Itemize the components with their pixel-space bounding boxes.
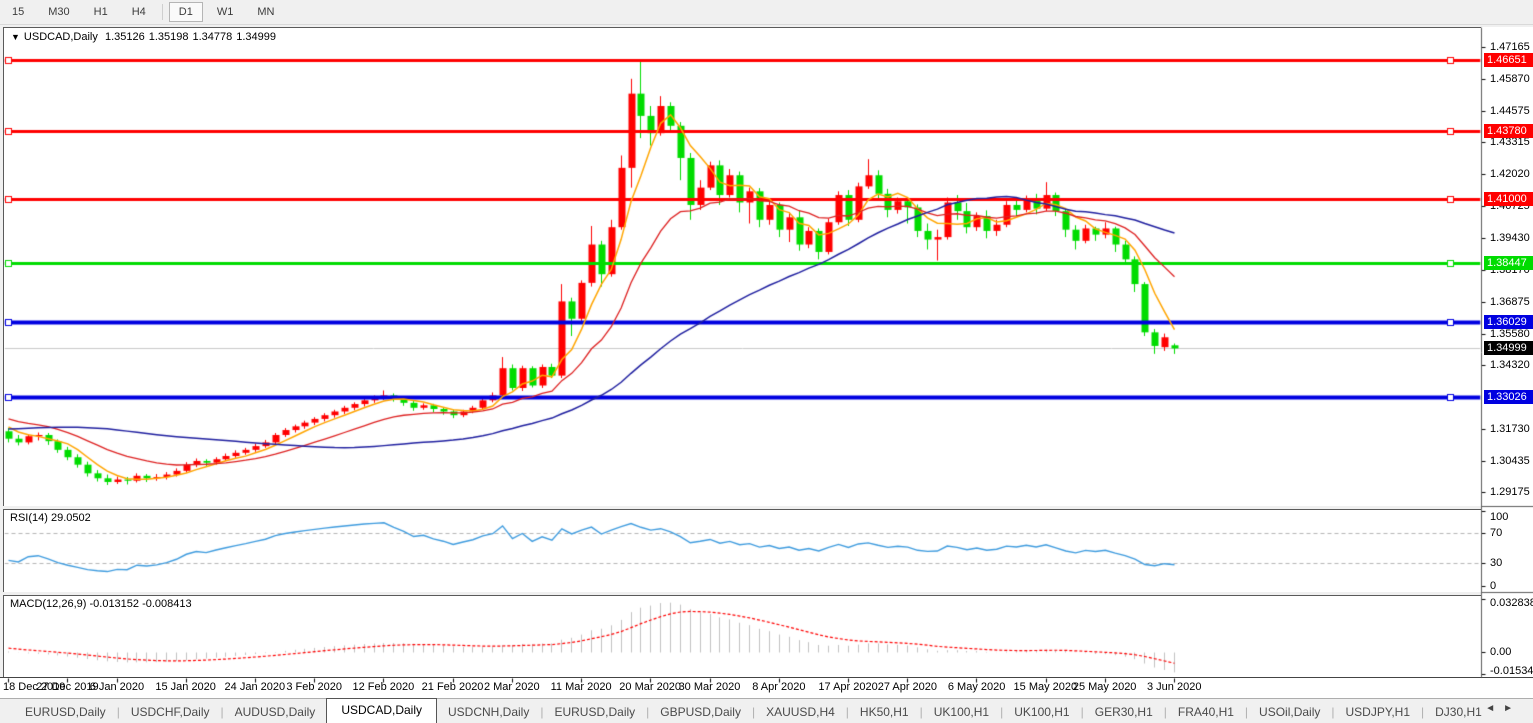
date-label: 15 Jan 2020 — [155, 681, 216, 693]
date-label: 11 Mar 2020 — [551, 681, 612, 693]
price-axis-label: 1.47165 — [1490, 41, 1530, 53]
price-line-badge: 1.38447 — [1484, 256, 1533, 270]
macd-signal-value: -0.008413 — [142, 598, 192, 610]
rsi-scale-label: 0 — [1490, 580, 1496, 592]
rsi-value: 29.0502 — [51, 512, 91, 524]
ohlc-high: 1.35198 — [149, 31, 189, 43]
tab-usdcnh-daily[interactable]: USDCNH,Daily — [437, 701, 540, 723]
chart-canvas[interactable] — [0, 0, 1533, 723]
tab-ger30-h1[interactable]: GER30,H1 — [1084, 701, 1164, 723]
tab-usdchf-daily[interactable]: USDCHF,Daily — [120, 701, 221, 723]
current-price-badge: 1.34999 — [1484, 341, 1533, 355]
date-label: 12 Feb 2020 — [352, 681, 414, 693]
tab-dj30-h1[interactable]: DJ30,H1 — [1424, 701, 1493, 723]
date-label: 20 Mar 2020 — [619, 681, 681, 693]
chart-symbol-label: USDCAD,Daily — [24, 31, 98, 43]
price-axis-label: 1.44575 — [1490, 105, 1530, 117]
macd-scale-label: 0.00 — [1490, 646, 1511, 658]
macd-scale-label: 0.032838 — [1490, 597, 1533, 609]
tab-hk50-h1[interactable]: HK50,H1 — [849, 701, 920, 723]
price-axis-label: 1.39430 — [1490, 232, 1530, 244]
chart-dropdown-icon[interactable]: ▼ — [11, 32, 20, 42]
tab-usdcad-daily[interactable]: USDCAD,Daily — [326, 698, 437, 723]
price-axis-label: 1.42020 — [1490, 168, 1530, 180]
ohlc-open: 1.35126 — [105, 31, 145, 43]
date-label: 17 Apr 2020 — [818, 681, 877, 693]
date-label: 3 Feb 2020 — [286, 681, 342, 693]
price-line-badge: 1.41000 — [1484, 192, 1533, 206]
price-axis-label: 1.29175 — [1490, 486, 1530, 498]
price-axis-label: 1.30435 — [1490, 455, 1530, 467]
price-axis-label: 1.31730 — [1490, 423, 1530, 435]
price-line-badge: 1.33026 — [1484, 390, 1533, 404]
macd-indicator-label: MACD(12,26,9) -0.013152 -0.008413 — [10, 598, 192, 610]
price-axis-label: 1.34320 — [1490, 359, 1530, 371]
rsi-scale-label: 70 — [1490, 527, 1502, 539]
tab-uk100-h1[interactable]: UK100,H1 — [923, 701, 1000, 723]
tab-eurusd-daily[interactable]: EURUSD,Daily — [14, 701, 117, 723]
date-label: 6 Jan 2020 — [90, 681, 144, 693]
rsi-name: RSI(14) — [10, 512, 48, 524]
date-label: 8 Apr 2020 — [752, 681, 805, 693]
tab-gbpusd-daily[interactable]: GBPUSD,Daily — [649, 701, 752, 723]
date-label: 21 Feb 2020 — [422, 681, 484, 693]
tab-scroll-left-icon[interactable]: ◄ — [1485, 703, 1503, 714]
macd-scale-label: -0.015342 — [1490, 665, 1533, 677]
date-label: 6 May 2020 — [948, 681, 1005, 693]
ohlc-close: 1.34999 — [236, 31, 276, 43]
date-label: 24 Jan 2020 — [225, 681, 286, 693]
date-label: 30 Mar 2020 — [679, 681, 741, 693]
price-line-badge: 1.36029 — [1484, 315, 1533, 329]
tab-usdjpy-h1[interactable]: USDJPY,H1 — [1335, 701, 1421, 723]
tab-scroll-right-icon[interactable]: ► — [1503, 703, 1521, 714]
symbol-tab-bar: EURUSD,Daily|USDCHF,Daily|AUDUSD,DailyUS… — [0, 698, 1533, 723]
tab-uk100-h1[interactable]: UK100,H1 — [1003, 701, 1080, 723]
macd-value: -0.013152 — [89, 598, 139, 610]
price-axis-label: 1.45870 — [1490, 73, 1530, 85]
tab-eurusd-daily[interactable]: EURUSD,Daily — [543, 701, 646, 723]
price-line-badge: 1.43780 — [1484, 124, 1533, 138]
trading-terminal: 15M30H1H4D1W1MN ▼USDCAD,Daily 1.351261.3… — [0, 0, 1533, 723]
tab-fra40-h1[interactable]: FRA40,H1 — [1167, 701, 1245, 723]
tab-usoil-daily[interactable]: USOil,Daily — [1248, 701, 1331, 723]
date-label: 2 Mar 2020 — [484, 681, 540, 693]
date-label: 15 May 2020 — [1014, 681, 1078, 693]
tab-xauusd-h4[interactable]: XAUUSD,H4 — [755, 701, 846, 723]
date-label: 3 Jun 2020 — [1147, 681, 1201, 693]
ohlc-low: 1.34778 — [192, 31, 232, 43]
price-axis-label: 1.36875 — [1490, 296, 1530, 308]
macd-name: MACD(12,26,9) — [10, 598, 86, 610]
date-label: 25 May 2020 — [1073, 681, 1137, 693]
tab-scroll-arrows: ◄► — [1485, 703, 1521, 714]
rsi-scale-label: 30 — [1490, 557, 1502, 569]
price-line-badge: 1.46651 — [1484, 53, 1533, 67]
price-axis-label: 1.43315 — [1490, 136, 1530, 148]
rsi-indicator-label: RSI(14) 29.0502 — [10, 512, 91, 524]
tab-audusd-daily[interactable]: AUDUSD,Daily — [224, 701, 327, 723]
rsi-scale-label: 100 — [1490, 511, 1508, 523]
date-label: 27 Apr 2020 — [878, 681, 937, 693]
chart-title: ▼ USDCAD,Daily 1.35126 1.351981.34778 1.349… — [11, 31, 280, 43]
